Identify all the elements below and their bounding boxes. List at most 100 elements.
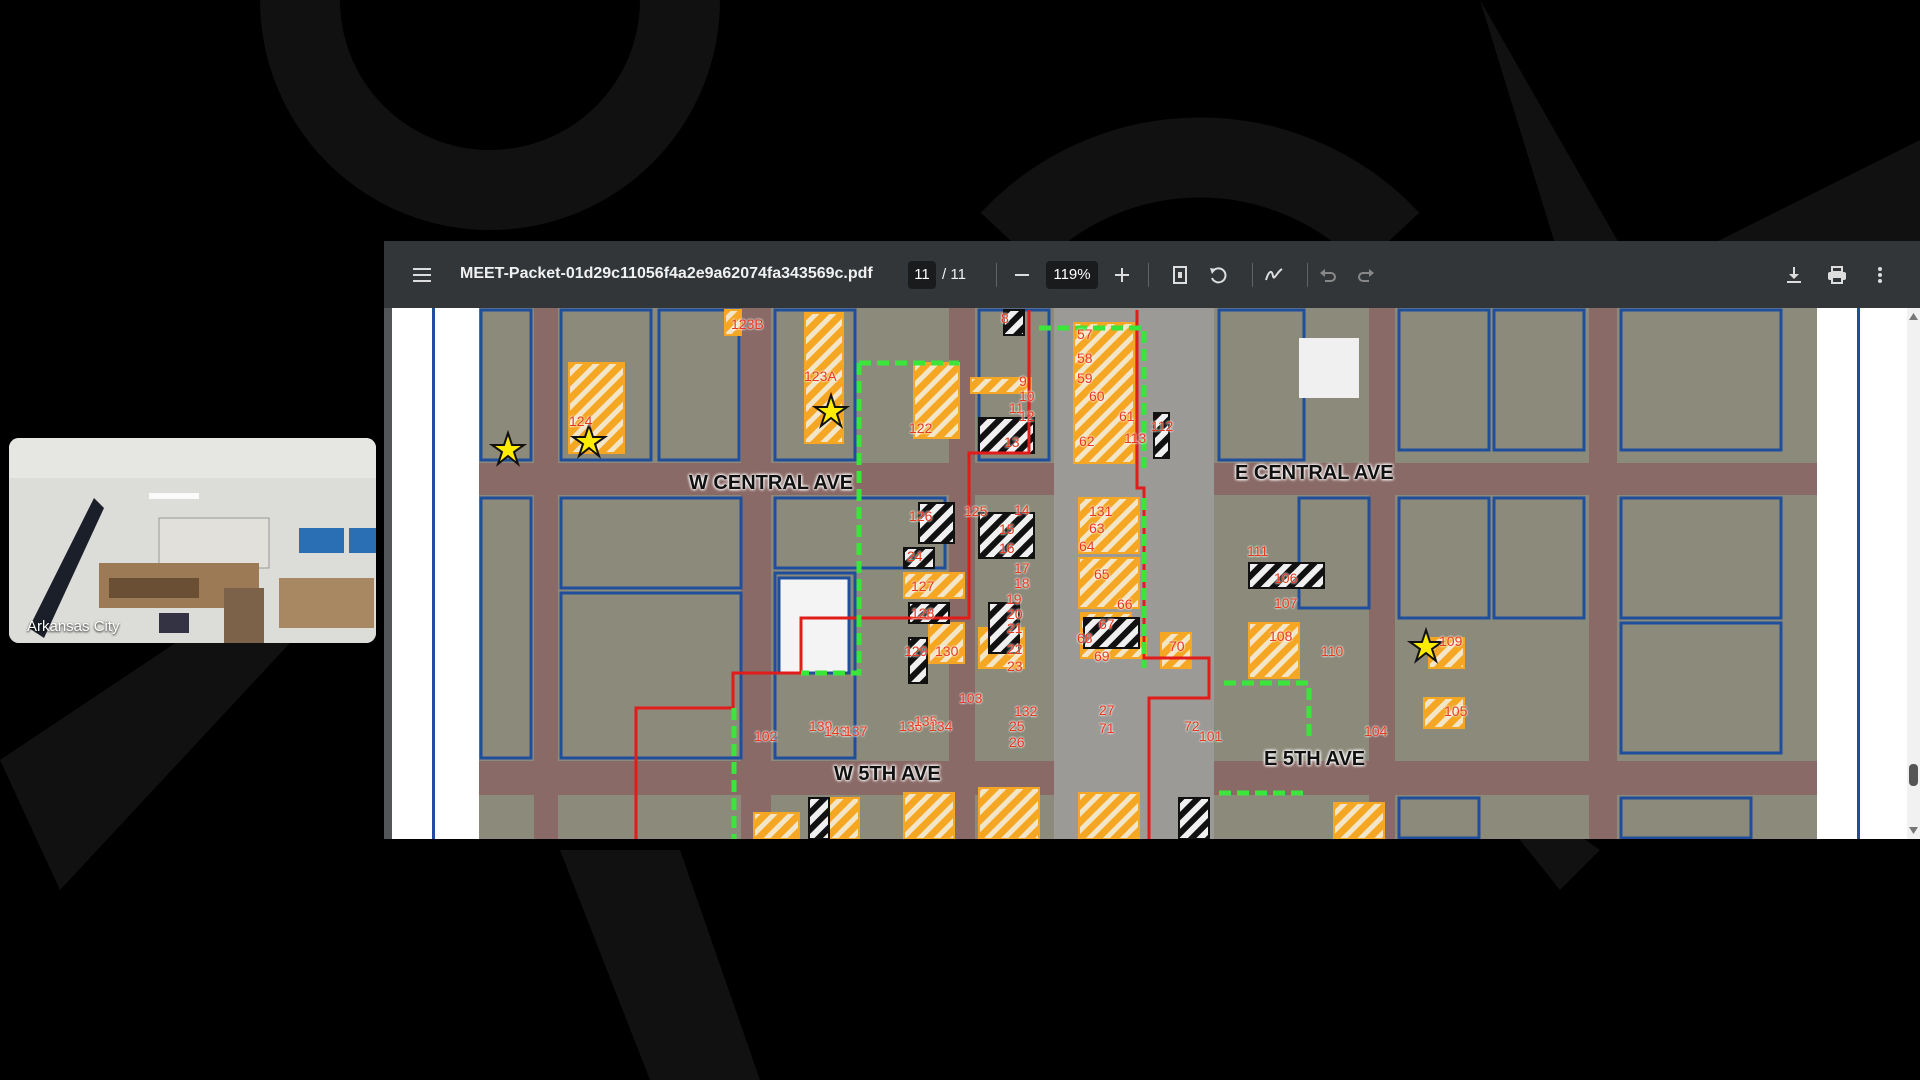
redo-button[interactable]: [1350, 259, 1382, 291]
parcel-number: 68: [1077, 630, 1093, 646]
undo-icon: [1320, 269, 1336, 282]
parcel-number: 103: [959, 690, 983, 706]
zoom-in-button[interactable]: [1106, 259, 1138, 291]
parcel-number: 132: [1014, 703, 1038, 719]
rotate-icon: [1210, 267, 1227, 284]
parcel-number: 108: [1269, 628, 1293, 644]
parcel-number: 109: [1439, 633, 1463, 649]
parcel-number: 62: [1079, 433, 1095, 449]
parcel-number: 67: [1099, 616, 1115, 632]
parcel-number: 19: [1006, 591, 1022, 607]
parcel-number: 13: [1004, 434, 1020, 450]
parcel-number: 129: [904, 643, 928, 659]
parcel-number: 18: [1014, 575, 1030, 591]
menu-button[interactable]: [406, 259, 438, 291]
parcel-number: 69: [1094, 648, 1110, 664]
participant-name-label: Arkansas City: [27, 618, 120, 635]
toolbar-divider: [1307, 263, 1308, 287]
fit-page-icon: [1173, 266, 1187, 284]
street-label-e-5th: E 5TH AVE: [1264, 748, 1366, 770]
scroll-up-icon: [1909, 313, 1918, 320]
parcel-number: 137: [844, 723, 868, 739]
redo-icon: [1358, 269, 1374, 282]
parcel-number: 58: [1077, 350, 1093, 366]
parcel-number: 134: [929, 718, 953, 734]
scroll-down-icon: [1909, 827, 1918, 834]
plus-icon: [1115, 268, 1129, 282]
street-label-w-central: W CENTRAL AVE: [689, 472, 854, 494]
parcel-number: 22: [1007, 641, 1023, 657]
downtown-parcel-map: W CENTRAL AVE E CENTRAL AVE W 5TH AVE E …: [479, 308, 1817, 839]
pdf-toolbar: MEET-Packet-01d29c11056f4a2e9a62074fa343…: [384, 241, 1920, 308]
parcel-number: 25: [1009, 718, 1025, 734]
vertical-scrollbar[interactable]: [1907, 308, 1920, 839]
parcel-number: 112: [1151, 418, 1174, 434]
parcel-number: 24: [907, 548, 923, 564]
zoom-out-button[interactable]: [1006, 259, 1038, 291]
parcel-number: 71: [1099, 720, 1115, 736]
more-options-button[interactable]: [1864, 259, 1896, 291]
parcel-number: 110: [1321, 643, 1344, 659]
parcel-number: 26: [1009, 734, 1025, 750]
parcel-number: 64: [1079, 538, 1095, 554]
parcel-number: 125: [964, 503, 988, 519]
parcel-number: 128: [911, 605, 935, 621]
parcel-number: 106: [1274, 570, 1298, 586]
more-vertical-icon: [1878, 267, 1882, 283]
pdf-viewer: MEET-Packet-01d29c11056f4a2e9a62074fa343…: [384, 241, 1920, 839]
parcel-number: 16: [999, 540, 1015, 556]
parcel-number: 66: [1117, 596, 1133, 612]
parcel-number: 65: [1094, 566, 1110, 582]
page-number-input[interactable]: 11: [908, 261, 936, 289]
scrollbar-thumb[interactable]: [1909, 764, 1918, 786]
print-button[interactable]: [1821, 259, 1853, 291]
parcel-number: 59: [1077, 370, 1093, 386]
participant-video-tile[interactable]: Arkansas City: [9, 438, 376, 643]
pdf-page: W CENTRAL AVE E CENTRAL AVE W 5TH AVE E …: [392, 308, 1907, 839]
parcel-number: 102: [754, 728, 778, 744]
parcel-number: 23: [1007, 658, 1023, 674]
map-graphics: [479, 308, 1817, 839]
page-border-right: [1857, 308, 1860, 839]
parcel-number: 104: [1364, 723, 1388, 739]
parcel-number: 111: [1247, 543, 1269, 559]
page-total: / 11: [942, 266, 966, 283]
zoom-input[interactable]: 119%: [1046, 261, 1098, 289]
parcel-number: 12: [1019, 408, 1035, 424]
parcel-number: 15: [999, 521, 1015, 537]
toolbar-divider: [1252, 263, 1253, 287]
annotate-button[interactable]: [1258, 259, 1290, 291]
undo-button[interactable]: [1312, 259, 1344, 291]
parcel-number: 124: [569, 413, 593, 429]
parcel-number: 61: [1119, 408, 1135, 424]
document-title: MEET-Packet-01d29c11056f4a2e9a62074fa343…: [460, 265, 873, 282]
print-icon: [1828, 266, 1846, 284]
parcel-number: 14: [1014, 502, 1030, 518]
parcel-number: 21: [1007, 620, 1023, 636]
parcel-number: 17: [1014, 560, 1030, 576]
parcel-number: 123A: [804, 368, 837, 384]
parcel-number: 126: [909, 508, 933, 524]
video-feed: [9, 438, 376, 643]
fit-page-button[interactable]: [1164, 259, 1196, 291]
parcel-number: 127: [911, 578, 935, 594]
toolbar-divider: [996, 263, 997, 287]
download-button[interactable]: [1778, 259, 1810, 291]
pen-icon: [1265, 268, 1283, 281]
parcel-number: 8: [1001, 310, 1009, 326]
street-label-e-central: E CENTRAL AVE: [1235, 462, 1394, 484]
download-icon: [1787, 267, 1801, 283]
parcel-number: 107: [1274, 595, 1298, 611]
menu-icon: [413, 268, 431, 282]
parcel-number: 57: [1077, 326, 1093, 342]
street-label-w-5th: W 5TH AVE: [834, 763, 941, 785]
parcel-number: 63: [1089, 520, 1105, 536]
page-border-left: [432, 308, 435, 839]
parcel-number: 122: [909, 420, 933, 436]
parcel-number: 123B: [731, 316, 764, 332]
parcel-number: 130: [935, 643, 959, 659]
parcel-number: 9: [1019, 373, 1027, 389]
rotate-button[interactable]: [1202, 259, 1234, 291]
minus-icon: [1015, 274, 1029, 276]
parcel-number: 27: [1099, 702, 1115, 718]
